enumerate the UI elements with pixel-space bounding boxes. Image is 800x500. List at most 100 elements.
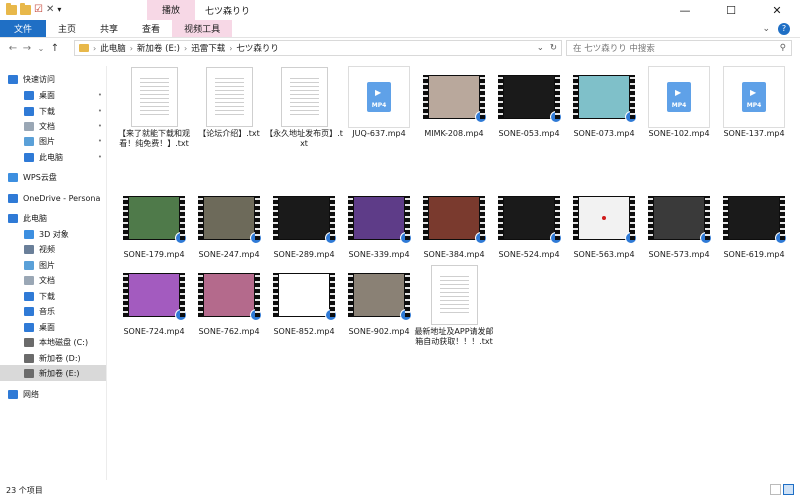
search-input[interactable]: 在 七ツ森りり 中搜索 ⚲ xyxy=(566,40,792,56)
picture-icon xyxy=(24,136,34,146)
file-item[interactable]: SONE-524.mp4 xyxy=(489,183,563,279)
video-thumbnail-icon xyxy=(648,196,712,244)
sidebar-item[interactable]: 快速访问 xyxy=(0,71,106,87)
cloud-icon xyxy=(8,172,18,182)
breadcrumb-current-folder[interactable]: 七ツ森りり xyxy=(236,42,279,54)
video-thumbnail-icon xyxy=(348,273,412,321)
play-icon xyxy=(625,232,637,244)
video-thumbnail-icon xyxy=(198,196,262,244)
file-thumbnail xyxy=(423,66,487,128)
sidebar-item[interactable]: 网络 xyxy=(0,386,106,402)
file-item[interactable]: SONE-053.mp4 xyxy=(489,62,563,158)
sidebar-item[interactable]: 本地磁盘 (C:) xyxy=(0,334,106,350)
sidebar-item[interactable]: 图片 • xyxy=(0,133,106,149)
sidebar-item[interactable]: OneDrive - Persona xyxy=(0,190,106,206)
file-name: SONE-289.mp4 xyxy=(273,250,335,259)
sidebar-item[interactable]: 文档 xyxy=(0,272,106,288)
file-item[interactable]: SONE-563.mp4 xyxy=(564,183,638,279)
file-item[interactable]: SONE-073.mp4 xyxy=(564,62,638,158)
sidebar-item[interactable]: 下载 • xyxy=(0,103,106,119)
sidebar-item[interactable]: 音乐 xyxy=(0,303,106,319)
breadcrumb-drive-e[interactable]: 新加卷 (E:) xyxy=(137,42,180,54)
customize-toolbar-icon[interactable]: ▾ xyxy=(57,5,61,15)
delete-icon[interactable]: ✕ xyxy=(46,5,54,15)
file-item[interactable]: 【论坛介绍】.txt xyxy=(189,62,263,158)
file-item[interactable]: 【永久地址发布页】.txt xyxy=(264,62,343,158)
sidebar-item[interactable]: 桌面 xyxy=(0,319,106,335)
file-item[interactable]: MIMK-208.mp4 xyxy=(414,62,488,158)
file-item[interactable]: SONE-573.mp4 xyxy=(639,183,713,279)
refresh-icon[interactable]: ↻ xyxy=(550,43,557,53)
tab-share[interactable]: 共享 xyxy=(88,20,130,37)
file-item[interactable]: SONE-724.mp4 xyxy=(114,260,188,356)
minimize-button[interactable]: — xyxy=(662,0,708,20)
pane-divider[interactable] xyxy=(106,66,107,480)
sidebar-item[interactable]: 下载 xyxy=(0,288,106,304)
file-name: SONE-073.mp4 xyxy=(573,129,635,138)
expand-ribbon-icon[interactable]: ⌄ xyxy=(762,24,770,34)
sidebar-item[interactable]: 3D 对象 xyxy=(0,226,106,242)
tab-home[interactable]: 主页 xyxy=(46,20,88,37)
sidebar-item-label: 此电脑 xyxy=(39,152,63,162)
search-icon[interactable]: ⚲ xyxy=(780,43,786,53)
maximize-button[interactable]: ☐ xyxy=(708,0,754,20)
file-name: SONE-563.mp4 xyxy=(573,250,635,259)
play-icon xyxy=(475,111,487,123)
sidebar-item-label: 文档 xyxy=(39,121,55,131)
file-item[interactable]: SONE-619.mp4 xyxy=(714,183,788,279)
video-thumbnail-icon xyxy=(273,273,337,321)
file-item[interactable]: SONE-902.mp4 xyxy=(339,260,413,356)
sidebar-item[interactable]: 视频 xyxy=(0,241,106,257)
play-icon xyxy=(250,309,262,321)
sidebar-item[interactable]: 新加卷 (D:) xyxy=(0,350,106,366)
file-item[interactable]: 【来了就能下载和观看！纯免费！】.txt xyxy=(114,62,190,158)
breadcrumb-thunder-downloads[interactable]: 迅雷下载 xyxy=(191,42,225,54)
sidebar-item[interactable]: 图片 xyxy=(0,257,106,273)
play-icon xyxy=(325,309,337,321)
back-button[interactable]: ← xyxy=(6,43,20,54)
item-count: 23 个项目 xyxy=(6,485,43,495)
sidebar-item[interactable]: 新加卷 (E:) xyxy=(0,365,106,381)
file-name: SONE-619.mp4 xyxy=(723,250,785,259)
help-icon[interactable]: ? xyxy=(778,22,790,35)
desktop-icon xyxy=(24,90,34,100)
file-name: SONE-524.mp4 xyxy=(498,250,560,259)
video-thumbnail-icon xyxy=(498,75,562,123)
document-icon xyxy=(24,275,34,285)
sidebar-item[interactable]: 此电脑 xyxy=(0,210,106,226)
tab-video-tools[interactable]: 视频工具 xyxy=(172,20,233,37)
file-thumbnail xyxy=(573,187,637,249)
details-view-icon[interactable] xyxy=(770,484,781,495)
file-thumbnail xyxy=(573,66,637,128)
sidebar-item[interactable]: 此电脑 • xyxy=(0,149,106,165)
address-dropdown-icon[interactable]: ⌄ xyxy=(537,43,544,53)
sidebar-item[interactable]: 文档 • xyxy=(0,118,106,134)
file-thumbnail xyxy=(423,264,485,326)
tab-file[interactable]: 文件 xyxy=(0,20,47,37)
new-folder-icon[interactable] xyxy=(20,3,31,15)
forward-button[interactable]: → xyxy=(20,43,34,54)
file-grid: 【来了就能下载和观看！纯免费！】.txt 【论坛介绍】.txt 【永久地址发布页】.… xyxy=(110,62,800,480)
address-bar[interactable]: › 此电脑 › 新加卷 (E:) › 迅雷下载 › 七ツ森りり ⌄ ↻ xyxy=(74,40,562,56)
file-item[interactable]: 最新地址及APP请发邮箱自动获取！！！.txt xyxy=(414,260,494,356)
file-item[interactable]: SONE-852.mp4 xyxy=(264,260,338,356)
pc-icon xyxy=(24,152,34,162)
recent-locations-button[interactable]: ⌄ xyxy=(34,44,48,53)
file-item[interactable]: SONE-762.mp4 xyxy=(189,260,263,356)
file-item[interactable]: MP4SONE-137.mp4 xyxy=(714,62,788,158)
up-button[interactable]: ↑ xyxy=(48,43,62,54)
folder-icon[interactable] xyxy=(6,3,17,15)
properties-icon[interactable]: ☑ xyxy=(34,5,43,15)
close-button[interactable]: ✕ xyxy=(754,0,800,20)
file-item[interactable]: MP4JUQ-637.mp4 xyxy=(339,62,413,158)
sidebar-item[interactable]: 桌面 • xyxy=(0,87,106,103)
video-thumbnail-icon xyxy=(123,196,187,244)
sidebar-item[interactable]: WPS云盘 xyxy=(0,169,106,185)
file-item[interactable]: MP4SONE-102.mp4 xyxy=(639,62,713,158)
large-icons-view-icon[interactable] xyxy=(783,484,794,495)
tab-view[interactable]: 查看 xyxy=(130,20,172,37)
file-thumbnail xyxy=(348,187,412,249)
breadcrumb-this-pc[interactable]: 此电脑 xyxy=(100,42,126,54)
file-name: SONE-053.mp4 xyxy=(498,129,560,138)
download-icon xyxy=(24,291,34,301)
